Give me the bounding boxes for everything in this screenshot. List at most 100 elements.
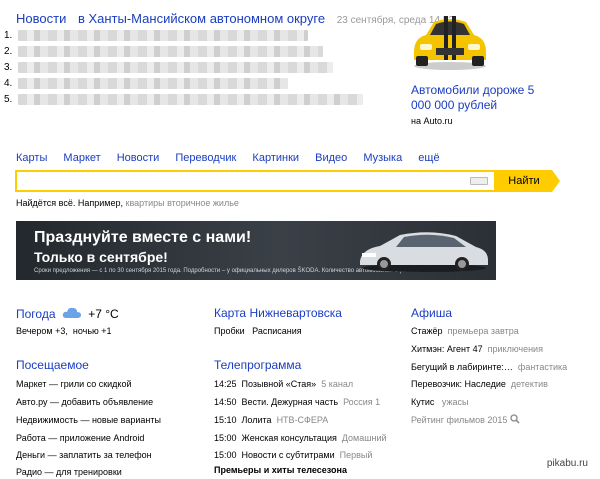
schedules-link[interactable]: Расписания	[252, 326, 302, 336]
weather-forecast: Вечером +3, ночью +1	[16, 326, 112, 336]
services-nav: Карты Маркет Новости Переводчик Картинки…	[16, 152, 453, 164]
visited-item-name: Работа	[16, 433, 46, 443]
news-item-blurred-text	[18, 45, 323, 57]
visited-item[interactable]: Недвижимость — новые варианты	[16, 415, 161, 425]
visited-item-desc: — приложение Android	[48, 433, 145, 443]
afisha-item[interactable]: Перевозчик: Наследие детектив	[411, 379, 548, 389]
afisha-item-name: Кутис	[411, 397, 435, 407]
news-title-link[interactable]: Новости	[16, 11, 66, 26]
afisha-item-name: Хитмэн: Агент 47	[411, 344, 483, 354]
service-more-link[interactable]: ещё	[418, 152, 439, 164]
afisha-item[interactable]: Стажёр премьера завтра	[411, 326, 519, 336]
tv-item-time: 15:00	[214, 450, 237, 460]
tv-item-show: Лолита	[241, 415, 272, 425]
afisha-item-name: Стажёр	[411, 326, 443, 336]
visited-item-desc: — добавить объявление	[50, 397, 154, 407]
afisha-item-tag: детектив	[510, 379, 548, 389]
tv-item[interactable]: 15:00 Новости с субтитрами Первый	[214, 450, 372, 460]
map-links: Пробки Расписания	[214, 326, 302, 336]
keyboard-icon[interactable]	[470, 177, 488, 185]
news-item[interactable]: 1.	[4, 27, 384, 43]
search-button[interactable]: Найти	[496, 170, 560, 192]
weather-block: Погода +7 °С	[16, 306, 119, 321]
weather-title-link[interactable]: Погода	[16, 307, 56, 321]
news-item-blurred-text	[18, 77, 288, 89]
tv-item[interactable]: 15:00 Женская консультация Домашний	[214, 433, 387, 443]
search-hint-prefix: Найдётся всё.	[16, 198, 76, 208]
yellow-car-image[interactable]	[410, 8, 490, 72]
service-translate-link[interactable]: Переводчик	[175, 152, 236, 164]
traffic-link[interactable]: Пробки	[214, 326, 245, 336]
visited-item[interactable]: Работа — приложение Android	[16, 433, 144, 443]
search-hint: Найдётся всё. Например, квартиры вторичн…	[16, 198, 239, 208]
search-hint-example-label: Например,	[77, 198, 124, 208]
afisha-title-link[interactable]: Афиша	[411, 306, 452, 320]
news-item[interactable]: 3.	[4, 59, 384, 75]
visited-title[interactable]: Посещаемое	[16, 358, 89, 372]
banner-headline: Празднуйте вместе с нами!	[34, 229, 252, 246]
search-hint-query-link[interactable]: квартиры вторичное жилье	[126, 198, 239, 208]
tv-title-link[interactable]: Телепрограмма	[214, 358, 301, 372]
film-rating-label: Рейтинг фильмов 2015	[411, 415, 508, 425]
tv-item-time: 15:00	[214, 433, 237, 443]
service-news-link[interactable]: Новости	[117, 152, 160, 164]
afisha-item[interactable]: Хитмэн: Агент 47 приключения	[411, 344, 543, 354]
visited-item[interactable]: Радио — для тренировки	[16, 467, 122, 477]
cloud-icon	[62, 307, 81, 318]
tv-item[interactable]: 14:25 Позывной «Стая» 5 канал	[214, 379, 353, 389]
search-icon	[510, 414, 520, 424]
tv-item-channel: Россия 1	[343, 397, 381, 407]
visited-item-desc: — для тренировки	[44, 467, 122, 477]
tv-premieres-link[interactable]: Премьеры и хиты телесезона	[214, 465, 347, 475]
ad-source[interactable]: на Auto.ru	[411, 116, 453, 126]
tv-item-channel: Домашний	[341, 433, 387, 443]
visited-item-name: Радио	[16, 467, 42, 477]
service-market-link[interactable]: Маркет	[63, 152, 100, 164]
tv-item-channel: 5 канал	[321, 379, 354, 389]
visited-item-desc: — грили со скидкой	[49, 379, 132, 389]
tv-item[interactable]: 15:10 Лолита НТВ-СФЕРА	[214, 415, 328, 425]
map-title-link[interactable]: Карта Нижневартовска	[214, 306, 342, 320]
afisha-item[interactable]: Кутис ужасы	[411, 397, 469, 407]
visited-item-name: Недвижимость	[16, 415, 78, 425]
news-item-blurred-text	[18, 61, 333, 73]
service-maps-link[interactable]: Карты	[16, 152, 47, 164]
promo-banner[interactable]: Празднуйте вместе с нами! Только в сентя…	[16, 221, 496, 280]
news-region-link[interactable]: в Ханты-Мансийском автономном округе	[78, 11, 325, 26]
tv-item-channel: Первый	[339, 450, 373, 460]
tv-item[interactable]: 14:50 Вести. Дежурная часть Россия 1	[214, 397, 380, 407]
skoda-car-image	[360, 232, 488, 272]
news-header: Новости в Ханты-Мансийском автономном ок…	[16, 11, 454, 26]
news-item-number: 2.	[4, 45, 13, 57]
news-item[interactable]: 5.	[4, 91, 384, 107]
afisha-item[interactable]: Бегущий в лабиринте:… фантастика	[411, 362, 567, 372]
visited-item-desc: — новые варианты	[80, 415, 161, 425]
afisha-item-tag: премьера завтра	[447, 326, 519, 336]
visited-item-name: Авто.ру	[16, 397, 48, 407]
news-item[interactable]: 2.	[4, 43, 384, 59]
watermark: pikabu.ru	[546, 458, 588, 469]
weather-evening: Вечером +3,	[16, 326, 68, 336]
ad-title-link[interactable]: Автомобили дороже 5 000 000 рублей	[411, 83, 551, 113]
afisha-item-tag: фантастика	[517, 362, 568, 372]
afisha-item-name: Перевозчик: Наследие	[411, 379, 506, 389]
tv-item-show: Вести. Дежурная часть	[241, 397, 339, 407]
visited-item[interactable]: Маркет — грили со скидкой	[16, 379, 132, 389]
service-music-link[interactable]: Музыка	[363, 152, 402, 164]
service-images-link[interactable]: Картинки	[252, 152, 299, 164]
tv-item-time: 15:10	[214, 415, 237, 425]
tv-item-show: Новости с субтитрами	[241, 450, 335, 460]
visited-item[interactable]: Авто.ру — добавить объявление	[16, 397, 153, 407]
tv-item-time: 14:25	[214, 379, 237, 389]
news-item[interactable]: 4.	[4, 75, 384, 91]
film-rating-link[interactable]: Рейтинг фильмов 2015	[411, 414, 520, 425]
visited-item[interactable]: Деньги — заплатить за телефон	[16, 450, 152, 460]
search-input[interactable]	[15, 170, 496, 192]
weather-night: ночью +1	[72, 326, 112, 336]
news-list: 1. 2. 3. 4. 5.	[4, 27, 384, 107]
banner-subheadline: Только в сентябре!	[34, 249, 168, 265]
tv-item-show: Позывной «Стая»	[241, 379, 317, 389]
service-video-link[interactable]: Видео	[315, 152, 347, 164]
afisha-item-tag: ужасы	[441, 397, 469, 407]
news-item-number: 4.	[4, 77, 13, 89]
